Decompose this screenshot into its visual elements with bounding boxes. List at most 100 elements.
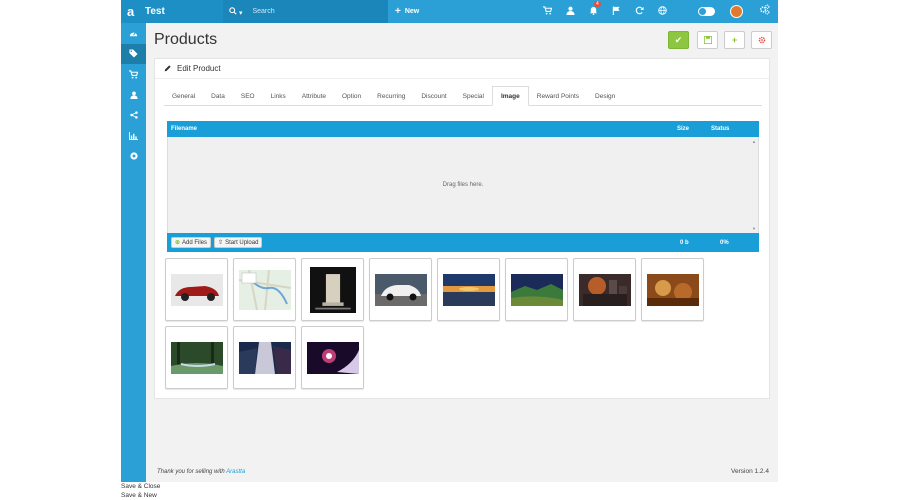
avatar[interactable]	[730, 5, 743, 18]
map-image	[238, 269, 291, 310]
space-image	[306, 341, 359, 374]
image-thumb[interactable]	[301, 326, 364, 389]
tab-discount[interactable]: Discount	[413, 86, 454, 106]
edit-product-panel: Edit Product General Data SEO Links Attr…	[154, 58, 770, 399]
sidebar	[121, 23, 146, 482]
tab-image[interactable]: Image	[491, 86, 529, 106]
sidebar-item-system[interactable]	[121, 146, 146, 167]
file-uploader: Filename Size Status ▲ Drag files here. …	[167, 121, 759, 252]
col-filename: Filename	[171, 126, 198, 132]
image-thumb[interactable]	[233, 258, 296, 321]
painting-image	[646, 273, 699, 306]
image-thumb[interactable]	[437, 258, 500, 321]
tab-attribute[interactable]: Attribute	[294, 86, 334, 106]
image-thumb[interactable]	[573, 258, 636, 321]
white-car-image	[374, 273, 427, 306]
col-size: Size	[677, 126, 690, 132]
save-close-option[interactable]: Save & Close	[121, 483, 160, 490]
product-tabs: General Data SEO Links Attribute Option …	[164, 86, 762, 106]
flag-icon[interactable]	[612, 5, 621, 18]
search-input[interactable]	[252, 8, 343, 15]
image-thumb[interactable]	[369, 258, 432, 321]
brand[interactable]: a Test	[121, 0, 223, 23]
tags-icon	[129, 49, 138, 58]
cart-icon	[129, 70, 138, 79]
bell-icon[interactable]: 4	[589, 0, 601, 18]
page-title: Products	[154, 31, 218, 48]
image-thumb[interactable]	[165, 258, 228, 321]
forest-image	[170, 341, 223, 374]
tab-special[interactable]: Special	[455, 86, 492, 106]
settings-circle-icon	[129, 152, 138, 160]
sidebar-item-sales[interactable]	[121, 64, 146, 85]
drop-zone[interactable]: ▲ Drag files here. ▼	[167, 137, 759, 233]
mode-toggle[interactable]	[698, 7, 715, 16]
sunset-image	[442, 273, 495, 306]
top-bar: a Test ▾ + New 4	[121, 0, 778, 23]
search-icon	[229, 6, 237, 15]
refresh-icon[interactable]	[635, 6, 644, 18]
globe-icon[interactable]	[658, 5, 667, 18]
tab-data[interactable]: Data	[203, 86, 233, 106]
uploader-header: Filename Size Status	[167, 121, 759, 137]
share-icon	[129, 111, 138, 119]
app-window: a Test ▾ + New 4	[121, 0, 778, 482]
sidebar-item-reports[interactable]	[121, 126, 146, 147]
sidebar-item-marketing[interactable]	[121, 105, 146, 126]
user-icon	[129, 91, 138, 99]
landscape-image	[510, 273, 563, 306]
plus-icon: +	[731, 35, 738, 45]
cart-icon[interactable]	[543, 5, 553, 18]
new-button[interactable]: + New	[395, 0, 419, 23]
notification-badge: 4	[594, 0, 601, 7]
image-thumb[interactable]	[641, 258, 704, 321]
footer-thanks-text: Thank you for selling with	[157, 469, 227, 475]
sidebar-item-customers[interactable]	[121, 85, 146, 106]
col-status: Status	[711, 126, 730, 132]
scroll-down-icon[interactable]: ▼	[752, 226, 756, 231]
save-copy-button[interactable]	[697, 31, 718, 49]
scroll-up-icon[interactable]: ▲	[752, 139, 756, 144]
save-new-option[interactable]: Save & New	[121, 492, 157, 499]
total-status: 0%	[720, 239, 729, 246]
user-icon[interactable]	[566, 6, 575, 18]
cogs-icon[interactable]	[759, 4, 770, 18]
floppy-icon	[703, 36, 712, 44]
sidebar-item-dashboard[interactable]	[121, 23, 146, 44]
tab-option[interactable]: Option	[334, 86, 369, 106]
tab-design[interactable]: Design	[587, 86, 623, 106]
image-thumb[interactable]	[505, 258, 568, 321]
delete-button[interactable]	[751, 31, 772, 49]
plus-icon: +	[395, 6, 401, 17]
dashboard-icon	[129, 32, 138, 36]
add-files-button[interactable]: ⊕ Add Files	[171, 237, 212, 248]
gear-icon	[758, 36, 765, 44]
upload-arrow-icon: ⇧	[218, 240, 224, 246]
sidebar-item-catalog[interactable]	[121, 43, 146, 64]
save-button[interactable]: ✔	[668, 31, 689, 49]
city-fire-image	[578, 273, 631, 306]
image-thumb[interactable]	[301, 258, 364, 321]
tab-links[interactable]: Links	[263, 86, 294, 106]
search-bar: ▾	[223, 0, 388, 23]
red-car-image	[170, 273, 223, 306]
image-thumb[interactable]	[233, 326, 296, 389]
tab-seo[interactable]: SEO	[233, 86, 263, 106]
add-files-label: Add Files	[182, 239, 208, 246]
panel-header: Edit Product	[155, 59, 769, 79]
tab-general[interactable]: General	[164, 86, 203, 106]
image-thumb[interactable]	[165, 326, 228, 389]
tab-recurring[interactable]: Recurring	[369, 86, 413, 106]
tab-reward-points[interactable]: Reward Points	[529, 86, 587, 106]
footer-thanks: Thank you for selling with Arastta	[157, 469, 245, 475]
check-icon: ✔	[674, 34, 683, 45]
start-upload-label: Start Upload	[225, 239, 259, 246]
store-name: Test	[145, 6, 165, 17]
search-scope-dropdown[interactable]: ▾	[229, 6, 243, 17]
add-button[interactable]: +	[724, 31, 745, 49]
start-upload-button[interactable]: ⇧ Start Upload	[214, 237, 263, 248]
chevron-down-icon: ▾	[238, 9, 243, 17]
new-label: New	[404, 8, 420, 15]
arastta-link[interactable]: Arastta	[226, 469, 245, 475]
add-circle-icon: ⊕	[175, 240, 181, 246]
